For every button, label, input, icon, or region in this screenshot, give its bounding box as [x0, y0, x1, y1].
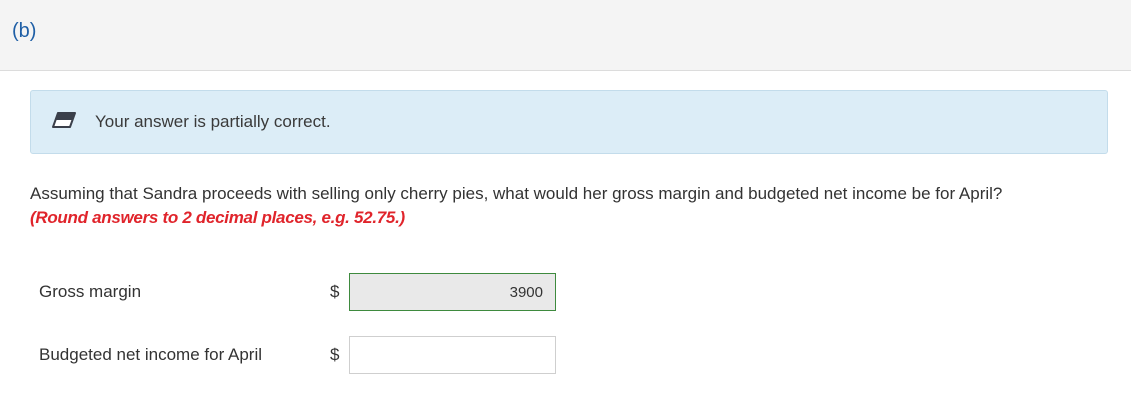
part-label: (b): [12, 20, 37, 42]
question-text: Assuming that Sandra proceeds with selli…: [30, 184, 1003, 203]
rounding-instruction: (Round answers to 2 decimal places, e.g.…: [30, 208, 405, 227]
feedback-banner: Your answer is partially correct.: [30, 90, 1108, 154]
feedback-message: Your answer is partially correct.: [95, 112, 331, 131]
gross-margin-currency: $: [330, 282, 340, 301]
net-income-input[interactable]: [349, 336, 556, 374]
part-header: (b): [0, 0, 1131, 71]
gross-margin-label: Gross margin: [39, 282, 142, 301]
gross-margin-input[interactable]: [349, 273, 556, 311]
net-income-label: Budgeted net income for April: [39, 345, 263, 364]
partial-credit-icon: [51, 111, 77, 131]
net-income-currency: $: [330, 345, 340, 364]
